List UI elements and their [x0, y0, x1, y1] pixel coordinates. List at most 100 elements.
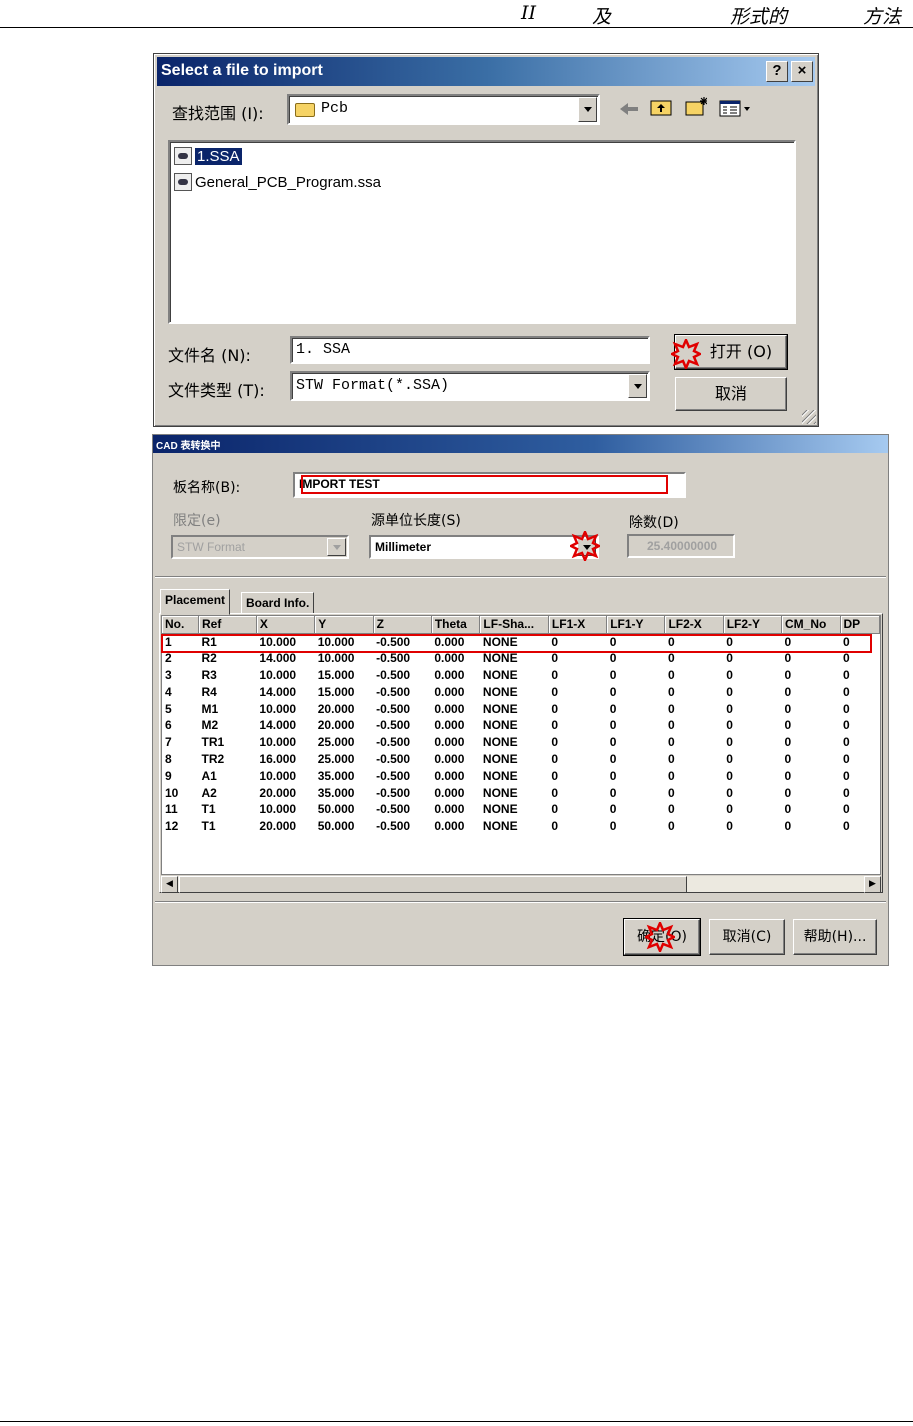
- table-cell: 0: [784, 735, 792, 750]
- divisor-label: 除数(D): [629, 515, 679, 531]
- look-in-combo[interactable]: Pcb: [287, 94, 600, 125]
- page-header: II 及 形式的 方法: [0, 0, 913, 30]
- column-header[interactable]: Z: [373, 616, 432, 634]
- cancel-button[interactable]: 取消(C): [709, 919, 785, 955]
- help-button[interactable]: ?: [766, 61, 788, 82]
- table-cell: 0: [609, 819, 617, 834]
- close-button[interactable]: ×: [791, 61, 813, 82]
- table-cell: 0.000: [434, 667, 465, 682]
- table-cell: 0: [667, 768, 675, 783]
- table-cell: -0.500: [376, 684, 411, 699]
- table-row[interactable]: 11 T1 10.000 50.000 -0.500 0.000 NONE 0 0 0 0 0 0: [162, 801, 880, 818]
- table-cell: 0: [667, 701, 675, 716]
- resize-grip[interactable]: [802, 410, 816, 424]
- table-cell: R4: [201, 684, 217, 699]
- table-cell: 0.000: [434, 735, 465, 750]
- table-cell: 0: [843, 701, 850, 716]
- table-cell: 0: [843, 667, 850, 682]
- table-row[interactable]: 9 A1 10.000 35.000 -0.500 0.000 NONE 0 0 0 0 0 0: [162, 767, 880, 784]
- table-cell: TR1: [201, 735, 225, 750]
- table-cell: 50.000: [317, 802, 355, 817]
- filename-input[interactable]: 1. SSA: [290, 336, 650, 364]
- table-row[interactable]: 12 T1 20.000 50.000 -0.500 0.000 NONE 0 0 0 0 0 0: [162, 818, 880, 835]
- column-header[interactable]: Y: [314, 616, 374, 634]
- table-cell: 0: [726, 718, 733, 733]
- column-header[interactable]: DP: [840, 616, 880, 634]
- table-cell: 14.000: [259, 718, 297, 733]
- tab-board-info[interactable]: Board Info.: [241, 592, 315, 614]
- table-row[interactable]: 4 R4 14.000 15.000 -0.500 0.000 NONE 0 0 0 0 0 0: [162, 683, 880, 700]
- column-header[interactable]: Ref: [198, 616, 257, 634]
- table-cell: 10.000: [259, 735, 297, 750]
- table-cell: 0: [843, 735, 850, 750]
- view-menu-icon[interactable]: [719, 98, 753, 118]
- table-cell: 0: [726, 819, 733, 834]
- table-row[interactable]: 6 M2 14.000 20.000 -0.500 0.000 NONE 0 0 0 0 0 0: [162, 717, 880, 734]
- look-in-label: 查找范围 (I):: [172, 104, 264, 123]
- table-row[interactable]: 10 A2 20.000 35.000 -0.500 0.000 NONE 0 0 0 0 0 0: [162, 784, 880, 801]
- table-row[interactable]: 7 TR1 10.000 25.000 -0.500 0.000 NONE 0 0 0 0 0 0: [162, 734, 880, 751]
- dialog-title: CAD 表转换中: [156, 441, 221, 452]
- column-header[interactable]: LF1-X: [548, 616, 608, 634]
- table-cell: 10.000: [259, 701, 297, 716]
- table-row[interactable]: 8 TR2 16.000 25.000 -0.500 0.000 NONE 0 0 0 0 0 0: [162, 751, 880, 768]
- table-cell: NONE: [482, 768, 518, 783]
- table-cell: 5: [165, 701, 172, 716]
- up-folder-icon[interactable]: [650, 97, 672, 117]
- click-marker-icon: [671, 339, 701, 369]
- header-part: 及: [592, 6, 612, 28]
- column-header[interactable]: LF-Sha...: [479, 616, 549, 634]
- source-unit-combo[interactable]: Millimeter: [369, 535, 599, 559]
- back-icon[interactable]: [618, 99, 640, 119]
- cad-convert-dialog: CAD 表转换中 板名称(B): IMPORT TEST 限定(e) STW F…: [152, 434, 889, 966]
- table-cell: 0: [843, 684, 850, 699]
- column-header[interactable]: LF1-Y: [606, 616, 666, 634]
- dropdown-button[interactable]: [578, 97, 597, 122]
- table-row[interactable]: 5 M1 10.000 20.000 -0.500 0.000 NONE 0 0 0 0 0 0: [162, 700, 880, 717]
- table-row[interactable]: 3 R3 10.000 15.000 -0.500 0.000 NONE 0 0 0 0 0 0: [162, 667, 880, 684]
- table-cell: 0: [726, 751, 733, 766]
- column-header[interactable]: No.: [162, 616, 200, 634]
- scroll-right-icon[interactable]: ▶: [864, 876, 881, 893]
- table-cell: NONE: [482, 684, 518, 699]
- scroll-left-icon[interactable]: ◀: [161, 876, 178, 893]
- dropdown-button[interactable]: [628, 374, 647, 398]
- file-list[interactable]: 1.SSA General_PCB_Program.ssa: [168, 140, 796, 324]
- table-cell: 0: [726, 802, 733, 817]
- table-cell: 35.000: [317, 768, 355, 783]
- table-cell: 7: [165, 735, 172, 750]
- column-header[interactable]: X: [256, 616, 316, 634]
- table-cell: 0: [667, 735, 675, 750]
- table-cell: M1: [201, 701, 219, 716]
- filetype-combo[interactable]: STW Format(*.SSA): [290, 371, 650, 401]
- new-folder-icon[interactable]: [685, 96, 707, 116]
- table-cell: 20.000: [259, 785, 297, 800]
- help-button[interactable]: 帮助(H)...: [793, 919, 877, 955]
- limit-value: STW Format: [177, 540, 245, 554]
- header-part: II: [521, 2, 537, 24]
- placement-table[interactable]: No. Ref X Y Z Theta LF-Sha... LF1-X LF1-Y LF2-X LF…: [161, 615, 881, 875]
- table-cell: 25.000: [317, 735, 355, 750]
- tab-placement[interactable]: Placement: [160, 589, 231, 615]
- table-cell: 0: [551, 718, 559, 733]
- scroll-thumb[interactable]: [179, 876, 687, 893]
- file-item[interactable]: General_PCB_Program.ssa: [174, 171, 381, 193]
- table-cell: 11: [165, 802, 178, 817]
- title-bar[interactable]: CAD 表转换中: [153, 435, 888, 453]
- title-bar[interactable]: Select a file to import ? ×: [157, 57, 815, 86]
- table-cell: 20.000: [317, 718, 355, 733]
- table-cell: 0: [551, 684, 559, 699]
- table-cell: 0: [843, 802, 850, 817]
- file-item[interactable]: 1.SSA: [174, 145, 242, 167]
- column-header[interactable]: LF2-X: [664, 616, 724, 634]
- column-header[interactable]: CM_No: [781, 616, 841, 634]
- column-header[interactable]: Theta: [431, 616, 481, 634]
- column-header[interactable]: LF2-Y: [723, 616, 782, 634]
- table-cell: 0: [667, 751, 675, 766]
- open-button-label: 打开 (O): [709, 342, 773, 361]
- table-cell: NONE: [482, 785, 518, 800]
- cancel-button[interactable]: 取消: [675, 377, 787, 411]
- horizontal-scrollbar[interactable]: ◀ ▶: [161, 875, 881, 893]
- table-cell: 0: [726, 701, 733, 716]
- table-cell: 6: [165, 718, 172, 733]
